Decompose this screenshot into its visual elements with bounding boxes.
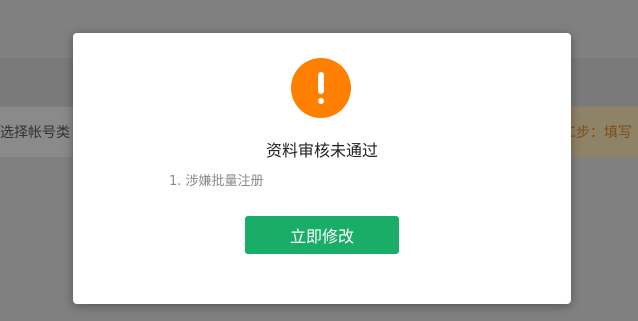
step-one-text: 选择帐号类	[0, 125, 70, 141]
modify-now-button[interactable]: 立即修改	[245, 216, 399, 254]
exclamation-dot	[318, 98, 324, 104]
step-two-text: 二步：填写	[568, 125, 632, 141]
exclamation-bar	[318, 72, 324, 94]
reason-item: 1. 涉嫌批量注册	[169, 174, 264, 189]
reason-list: 1. 涉嫌批量注册	[169, 173, 264, 191]
dialog-title: 资料审核未通过	[265, 141, 378, 160]
step-one-label: 选择帐号类	[0, 107, 80, 157]
review-failed-dialog: 资料审核未通过 1. 涉嫌批量注册 立即修改	[73, 33, 571, 304]
exclamation-icon	[291, 58, 351, 118]
step-two-label: 二步：填写	[568, 107, 638, 157]
